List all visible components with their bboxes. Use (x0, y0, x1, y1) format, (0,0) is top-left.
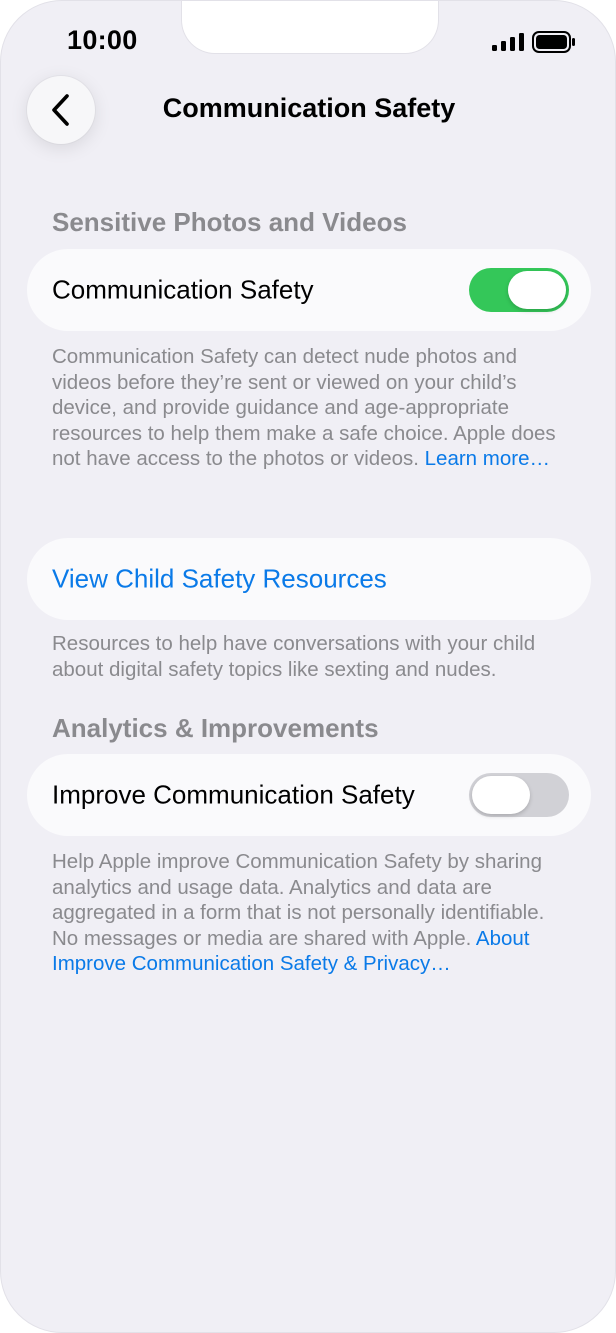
resources-description: Resources to help have conversations wit… (52, 632, 536, 681)
view-child-safety-resources-link[interactable]: View Child Safety Resources (52, 564, 387, 595)
phone-frame: 10:00 Communication Safety Sensitive Pho… (0, 0, 616, 1333)
communication-safety-row: Communication Safety (27, 249, 591, 331)
learn-more-link[interactable]: Learn more… (425, 447, 550, 470)
status-time: 10:00 (67, 25, 138, 55)
section-header-analytics: Analytics & Improvements (52, 713, 379, 743)
toggle-knob (472, 776, 530, 814)
improve-communication-safety-toggle[interactable] (469, 773, 569, 817)
improve-communication-safety-label: Improve Communication Safety (52, 779, 415, 810)
improve-communication-safety-row: Improve Communication Safety (27, 754, 591, 836)
section-header-sensitive: Sensitive Photos and Videos (52, 207, 407, 237)
toggle-knob (508, 271, 566, 309)
improve-description: Help Apple improve Communication Safety … (52, 849, 572, 977)
communication-safety-description: Communication Safety can detect nude pho… (52, 344, 572, 472)
notch (181, 1, 439, 54)
page-title: Communication Safety (162, 93, 456, 123)
battery-icon (532, 31, 575, 53)
improve-description-text: Help Apple improve Communication Safety … (52, 850, 545, 950)
cellular-signal-icon (492, 33, 524, 51)
back-button[interactable] (27, 76, 95, 144)
communication-safety-label: Communication Safety (52, 274, 314, 305)
view-resources-row[interactable]: View Child Safety Resources (27, 538, 591, 620)
communication-safety-toggle[interactable] (469, 268, 569, 312)
chevron-left-icon (52, 94, 69, 126)
